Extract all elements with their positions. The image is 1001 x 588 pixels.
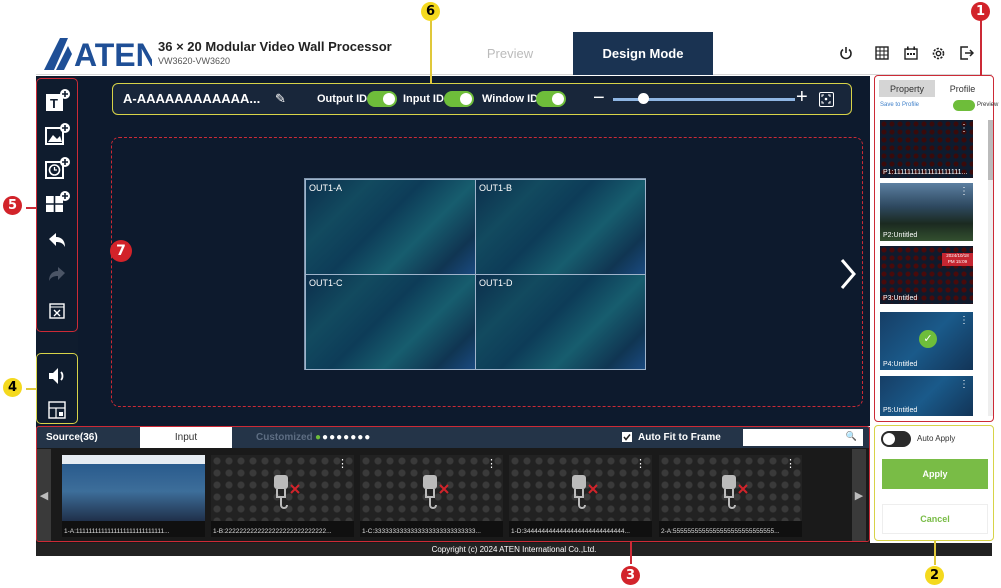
profile-label: P1:11111111111111111111... [883, 169, 968, 176]
callout-frame-5 [36, 78, 78, 332]
grid-icon[interactable] [873, 44, 891, 62]
profile-label: P2:Untitled [883, 232, 918, 239]
window-id-toggle[interactable] [536, 91, 566, 107]
app-title: 36 × 20 Modular Video Wall Processor [158, 39, 392, 54]
logout-icon[interactable] [958, 44, 976, 62]
output-cell[interactable]: OUT1-A [305, 179, 476, 275]
tab-design-mode[interactable]: Design Mode [573, 32, 713, 75]
callout-line-4 [26, 388, 36, 390]
zoom-slider-handle[interactable] [638, 93, 650, 104]
callout-frame-3 [36, 426, 870, 542]
header-bar: ATEN 36 × 20 Modular Video Wall Processo… [36, 32, 992, 75]
profile-card[interactable]: ⋮ P1:11111111111111111111... [880, 120, 973, 178]
aten-logo: ATEN [44, 37, 152, 70]
callout-badge-4: 4 [3, 378, 22, 397]
callout-line-2 [934, 541, 936, 565]
callout-frame-4 [36, 353, 78, 424]
profile-scroll-thumb[interactable] [988, 120, 993, 180]
more-options-icon[interactable]: ⋮ [959, 315, 969, 326]
profile-panel: Property Profile Save to Profile Preview… [874, 75, 998, 422]
cancel-button[interactable]: Cancel [882, 504, 988, 534]
profile-card[interactable]: 2024/10/18 PM 15:09 P3:Untitled [880, 246, 973, 304]
save-to-profile-link[interactable]: Save to Profile [880, 102, 919, 108]
output-cell-label: OUT1-A [309, 183, 343, 193]
apply-button[interactable]: Apply [882, 459, 988, 489]
apply-panel: Auto Apply Apply Cancel [874, 425, 994, 541]
output-cell-label: OUT1-D [479, 278, 513, 288]
window-id-label: Window ID [482, 93, 539, 105]
profile-label: P4:Untitled [883, 361, 918, 368]
tab-property[interactable]: Property [879, 80, 935, 97]
output-cell[interactable]: OUT1-B [475, 179, 646, 275]
profile-card[interactable]: ⋮ P2:Untitled [880, 183, 973, 241]
callout-badge-3: 3 [621, 566, 640, 585]
logo-text: ATEN [74, 37, 152, 70]
app-subtitle: VW3620-VW3620 [158, 56, 231, 66]
zoom-out-button[interactable]: − [593, 87, 605, 110]
output-cell-label: OUT1-C [309, 278, 343, 288]
input-id-label: Input ID [403, 93, 444, 105]
output-id-toggle[interactable] [367, 91, 397, 107]
next-page-arrow[interactable] [840, 258, 856, 298]
layout-name: A-AAAAAAAAAAAA... [123, 91, 261, 106]
zoom-in-button[interactable]: + [796, 86, 808, 109]
footer-copyright: Copyright (c) 2024 ATEN International Co… [36, 543, 992, 556]
calendar-icon[interactable] [902, 44, 920, 62]
profile-label: P3:Untitled [883, 295, 918, 302]
output-cell-label: OUT1-B [479, 183, 513, 193]
input-id-toggle[interactable] [444, 91, 474, 107]
video-wall[interactable]: OUT1-A OUT1-B OUT1-C OUT1-D [304, 178, 646, 370]
tab-profile[interactable]: Profile [935, 80, 990, 97]
edit-pencil-icon[interactable]: ✎ [275, 91, 286, 107]
check-icon: ✓ [919, 330, 937, 348]
callout-badge-1: 1 [971, 2, 990, 21]
callout-badge-2: 2 [925, 566, 944, 585]
output-cell[interactable]: OUT1-C [305, 274, 476, 370]
profile-card[interactable]: ⋮ ✓ P4:Untitled [880, 312, 973, 370]
preview-toggle[interactable] [953, 100, 975, 111]
callout-badge-6: 6 [421, 2, 440, 21]
output-id-label: Output ID [317, 93, 368, 105]
auto-apply-toggle[interactable] [881, 431, 911, 447]
fit-screen-icon[interactable] [819, 92, 834, 107]
preview-label: Preview [977, 102, 999, 108]
tab-preview[interactable]: Preview [448, 32, 572, 75]
auto-apply-label: Auto Apply [917, 434, 956, 443]
callout-badge-5: 5 [3, 196, 22, 215]
output-cell[interactable]: OUT1-D [475, 274, 646, 370]
more-options-icon[interactable]: ⋮ [959, 123, 969, 134]
callout-badge-7: 7 [110, 240, 132, 262]
gear-icon[interactable] [929, 44, 947, 62]
callout-line-6 [430, 18, 432, 84]
profile-card[interactable]: ⋮ P5:Untitled [880, 376, 973, 416]
clock-overlay: 2024/10/18 PM 15:09 [942, 253, 973, 266]
more-options-icon[interactable]: ⋮ [959, 379, 969, 390]
callout-line-3 [630, 542, 632, 564]
canvas-toolbar: A-AAAAAAAAAAAA... ✎ Output ID Input ID W… [112, 83, 852, 115]
callout-line-1 [980, 14, 982, 76]
profile-label: P5:Untitled [883, 407, 918, 414]
more-options-icon[interactable]: ⋮ [959, 186, 969, 197]
power-icon[interactable] [837, 44, 855, 62]
callout-line-5 [26, 207, 36, 209]
